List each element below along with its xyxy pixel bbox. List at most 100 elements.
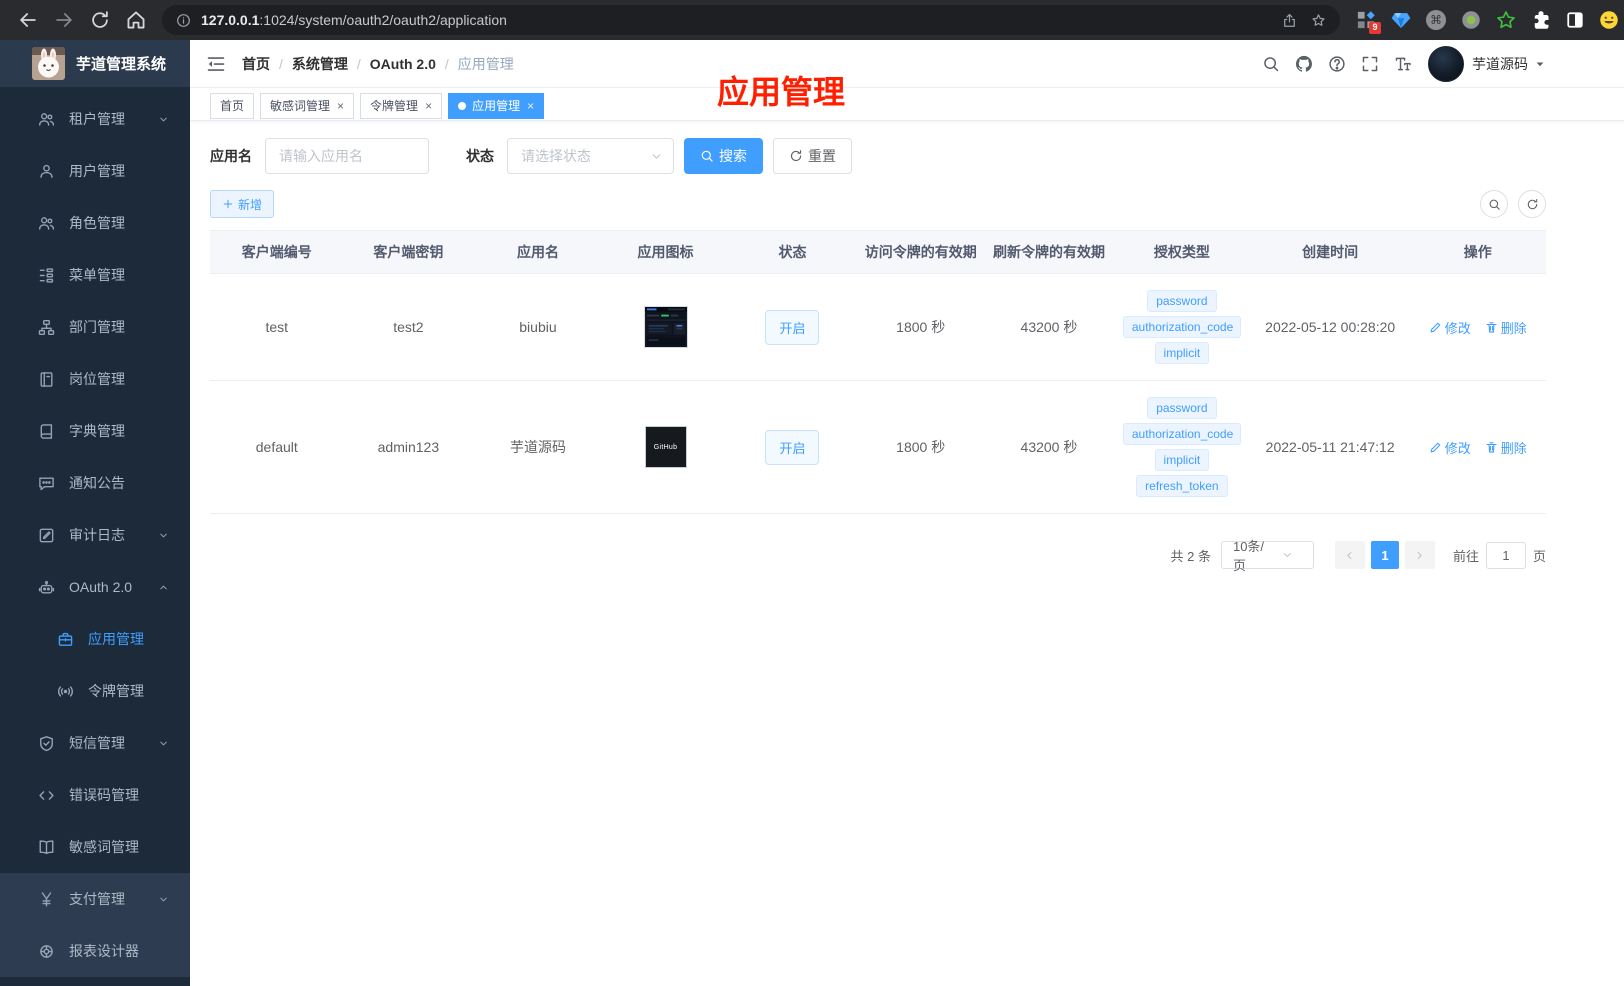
cell-app-icon bbox=[603, 292, 729, 362]
goto-label: 前往 bbox=[1452, 548, 1479, 564]
column-header: 访问令牌的有效期 bbox=[864, 244, 977, 260]
user-caret-down-icon[interactable] bbox=[1534, 58, 1546, 70]
extension-grid-icon[interactable]: 9 bbox=[1356, 10, 1381, 34]
green-star-extension-icon[interactable] bbox=[1496, 10, 1516, 30]
header-search-icon[interactable] bbox=[1262, 55, 1280, 73]
page-size-select[interactable]: 10条/页 bbox=[1220, 539, 1314, 573]
breadcrumb-item[interactable]: 首页 bbox=[242, 54, 270, 74]
breadcrumb-item[interactable]: OAuth 2.0 bbox=[370, 56, 436, 72]
edit-link[interactable]: 修改 bbox=[1429, 438, 1471, 457]
table-row: test test2 biubiu 开启 1800 秒 43200 秒 password au… bbox=[210, 274, 1546, 381]
main-area: 应用管理 首页 / 系统管理 / OAuth 2.0/应用管理 芋道源码 首页 敏感词管理… bbox=[190, 40, 1624, 986]
status-label: 状态 bbox=[466, 148, 494, 164]
delete-link[interactable]: 删除 bbox=[1485, 438, 1527, 457]
sidebar-item-label: 令牌管理 bbox=[88, 683, 144, 699]
browser-forward-icon[interactable] bbox=[53, 9, 75, 31]
sidebar-item-oauth2-app[interactable]: 应用管理 bbox=[0, 613, 190, 665]
sidebar-item-role[interactable]: 角色管理 bbox=[0, 197, 190, 249]
browser-home-icon[interactable] bbox=[125, 9, 147, 31]
command-extension-icon[interactable]: ⌘ bbox=[1426, 10, 1446, 30]
gem-extension-icon[interactable] bbox=[1391, 10, 1411, 30]
sidebar-item-audit-log[interactable]: 审计日志 bbox=[0, 509, 190, 561]
tab-敏感词管理[interactable]: 敏感词管理 × bbox=[260, 92, 355, 119]
goto-page-input[interactable] bbox=[1485, 541, 1526, 569]
column-header: 操作 bbox=[1463, 244, 1492, 260]
font-size-icon[interactable] bbox=[1394, 55, 1412, 73]
breadcrumb-separator: / bbox=[356, 55, 361, 72]
cell-secret: test2 bbox=[393, 319, 424, 335]
sidebar-item-oauth2[interactable]: OAuth 2.0 bbox=[0, 561, 190, 613]
refresh-table-button[interactable] bbox=[1518, 190, 1546, 218]
cell-refresh_validity: 43200 秒 bbox=[1020, 319, 1078, 335]
delete-link[interactable]: 删除 bbox=[1485, 318, 1527, 337]
tab-令牌管理[interactable]: 令牌管理 × bbox=[360, 92, 443, 119]
browser-back-icon[interactable] bbox=[17, 9, 39, 31]
url-text[interactable]: 127.0.0.1:1024/system/oauth2/oauth2/appl… bbox=[201, 12, 1268, 28]
hide-search-button[interactable] bbox=[1480, 190, 1508, 218]
status-select[interactable]: 请选择状态 bbox=[507, 138, 674, 174]
sidebar-item-notice[interactable]: 通知公告 bbox=[0, 457, 190, 509]
edit-link[interactable]: 修改 bbox=[1429, 318, 1471, 337]
record-extension-icon[interactable] bbox=[1461, 10, 1481, 30]
sidebar-item-report[interactable]: 报表设计器 bbox=[0, 925, 190, 977]
sidebar-item-sms[interactable]: 短信管理 bbox=[0, 717, 190, 769]
code-icon bbox=[38, 787, 55, 804]
share-icon[interactable] bbox=[1282, 13, 1297, 28]
tab-close-icon[interactable]: × bbox=[337, 100, 344, 112]
sidebar-item-dept[interactable]: 部门管理 bbox=[0, 301, 190, 353]
sidebar-item-menu[interactable]: 菜单管理 bbox=[0, 249, 190, 301]
prev-page-button[interactable] bbox=[1334, 541, 1365, 569]
sidebar-item-error-code[interactable]: 错误码管理 bbox=[0, 769, 190, 821]
profile-avatar-icon[interactable] bbox=[1599, 10, 1619, 30]
cell-grant-types: password authorization_code implicit refres… bbox=[1113, 381, 1251, 513]
org-icon bbox=[38, 319, 55, 336]
tab-close-icon[interactable]: × bbox=[425, 100, 432, 112]
status-toggle[interactable]: 开启 bbox=[765, 429, 820, 465]
sidebar-item-dict[interactable]: 字典管理 bbox=[0, 405, 190, 457]
user-icon bbox=[38, 163, 55, 180]
sidebar-item-label: 租户管理 bbox=[69, 111, 125, 127]
reset-button[interactable]: 重置 bbox=[773, 138, 852, 174]
github-icon[interactable] bbox=[1295, 55, 1313, 73]
breadcrumb: 首页 / 系统管理 / OAuth 2.0 / 应用管理 bbox=[242, 54, 514, 74]
fullscreen-icon[interactable] bbox=[1361, 55, 1379, 73]
sidebar-collapse-icon[interactable] bbox=[206, 54, 226, 74]
search-button[interactable]: 搜索 bbox=[684, 138, 763, 174]
page-number-1[interactable]: 1 bbox=[1370, 541, 1399, 569]
edit-icon bbox=[1429, 441, 1442, 454]
sidebar-item-pay[interactable]: 支付管理 bbox=[0, 873, 190, 925]
logo-bar[interactable]: 芋道管理系统 bbox=[0, 40, 190, 87]
address-bar[interactable]: 127.0.0.1:1024/system/oauth2/oauth2/appl… bbox=[162, 5, 1340, 35]
browser-reload-icon[interactable] bbox=[89, 9, 111, 31]
split-view-extension-icon[interactable] bbox=[1566, 11, 1584, 29]
notice-icon bbox=[38, 475, 55, 492]
role-icon bbox=[38, 215, 55, 232]
sidebar-item-post[interactable]: 岗位管理 bbox=[0, 353, 190, 405]
app-name-input[interactable] bbox=[265, 138, 429, 174]
status-toggle[interactable]: 开启 bbox=[765, 309, 820, 345]
sidebar-item-label: 岗位管理 bbox=[69, 371, 125, 387]
breadcrumb-item[interactable]: 系统管理 bbox=[292, 54, 348, 74]
sidebar-item-sensitive-word[interactable]: 敏感词管理 bbox=[0, 821, 190, 873]
active-tab-dot bbox=[458, 101, 467, 110]
next-page-button[interactable] bbox=[1404, 541, 1435, 569]
table-header-row: 客户端编号 客户端密钥 应用名 应用图标 状态 访问令牌的有效期 刷新令牌的有效期 授权类型 创… bbox=[210, 231, 1546, 274]
sidebar-item-oauth2-token[interactable]: 令牌管理 bbox=[0, 665, 190, 717]
search-icon bbox=[1488, 198, 1501, 211]
extensions-puzzle-icon[interactable] bbox=[1531, 10, 1551, 30]
user-avatar[interactable] bbox=[1428, 45, 1464, 82]
tab-首页[interactable]: 首页 bbox=[210, 92, 255, 119]
site-info-icon[interactable] bbox=[176, 13, 191, 28]
add-button[interactable]: 新增 bbox=[210, 190, 275, 218]
bookmark-star-icon[interactable] bbox=[1311, 13, 1326, 28]
tab-应用管理[interactable]: 应用管理 × bbox=[448, 92, 545, 119]
tab-close-icon[interactable]: × bbox=[527, 100, 534, 112]
breadcrumb-separator: / bbox=[279, 55, 283, 72]
sidebar-item-tenant[interactable]: 租户管理 bbox=[0, 93, 190, 145]
extension-area: 9 ⌘ bbox=[1356, 10, 1624, 34]
robot-icon bbox=[38, 579, 55, 596]
user-name[interactable]: 芋道源码 bbox=[1472, 54, 1528, 74]
help-icon[interactable] bbox=[1328, 55, 1346, 73]
column-header: 客户端编号 bbox=[241, 244, 312, 260]
sidebar-item-user[interactable]: 用户管理 bbox=[0, 145, 190, 197]
